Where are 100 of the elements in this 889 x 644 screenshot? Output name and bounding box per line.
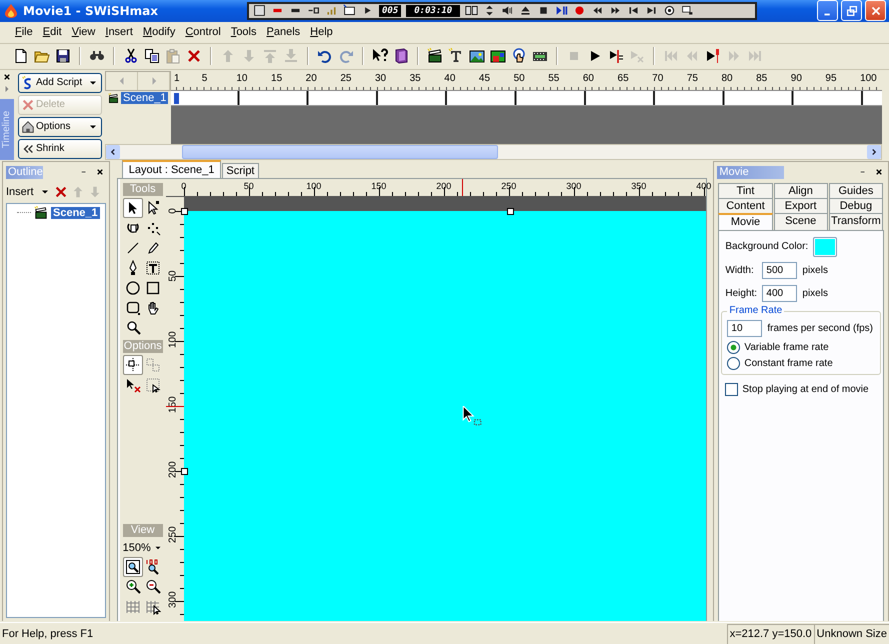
radio-button[interactable] (727, 356, 740, 370)
grid-pointer-icon[interactable] (144, 599, 161, 616)
image-icon[interactable] (490, 48, 506, 64)
frame-number: 95 (825, 72, 837, 84)
menu-item[interactable]: Modify (138, 26, 180, 38)
text-tool-icon[interactable] (144, 260, 161, 276)
target-icon[interactable] (663, 4, 676, 18)
scrollbar-thumb[interactable] (182, 144, 498, 159)
frame-number: 1 (174, 72, 180, 84)
text-icon[interactable] (448, 48, 464, 64)
frame-number: 75 (686, 72, 698, 84)
scrollbar-track[interactable] (105, 144, 882, 160)
property-tab[interactable]: Guides (828, 182, 883, 198)
property-tab[interactable]: Movie (718, 212, 773, 230)
play-marker-icon[interactable] (705, 48, 721, 64)
radio-label[interactable]: Constant frame rate (744, 358, 833, 369)
restore-icon[interactable] (844, 4, 858, 18)
undo-icon[interactable] (317, 48, 333, 64)
frame-number: 5 (202, 72, 208, 84)
menu-item[interactable]: View (66, 26, 100, 38)
speaker-icon[interactable] (501, 4, 514, 18)
frame-number: 85 (756, 72, 768, 84)
mouse-pointer-icon (462, 406, 482, 426)
zoom-icon[interactable] (124, 320, 141, 336)
copy-icon[interactable] (144, 48, 160, 64)
restore-button[interactable] (841, 0, 862, 22)
zoom-actual-icon[interactable] (144, 559, 161, 576)
window-icon[interactable] (681, 4, 694, 18)
frame-number: 70 (652, 72, 664, 84)
panel-title: Movie (717, 166, 784, 179)
layout-tab[interactable]: Layout : Scene_1 (122, 160, 222, 178)
property-tab[interactable]: Transform (828, 212, 883, 230)
scissors-icon[interactable] (123, 48, 139, 64)
dotted-square-icon[interactable] (144, 376, 161, 393)
radio-label[interactable]: Variable frame rate (744, 342, 829, 353)
property-tab[interactable]: Export (774, 198, 828, 213)
property-tab[interactable]: Content (718, 198, 773, 213)
scene-item[interactable]: Scene_1 (121, 92, 168, 104)
menu-item[interactable]: File (10, 26, 38, 38)
picture-icon[interactable] (469, 48, 485, 64)
menu-item[interactable]: Insert (100, 26, 138, 38)
layout-tab[interactable]: Script (222, 162, 258, 178)
close-button[interactable] (865, 0, 886, 22)
timeline-button[interactable]: Add Script (18, 72, 102, 93)
frame-number: 55 (548, 72, 560, 84)
new-file-icon[interactable] (13, 48, 29, 64)
timeline-button[interactable]: Options (18, 116, 102, 137)
width-field[interactable]: 500 (762, 262, 798, 279)
dotted-squares-icon[interactable] (144, 356, 161, 373)
menu-item[interactable]: Control (180, 26, 226, 38)
menu-item[interactable]: Panels (262, 26, 306, 38)
screen-icon[interactable] (343, 4, 356, 18)
radio-button[interactable] (727, 340, 740, 354)
square-frame-icon[interactable] (253, 4, 266, 18)
minimize-button[interactable] (817, 0, 838, 22)
eject-icon[interactable] (519, 4, 532, 18)
property-tab[interactable]: Scene (774, 212, 828, 230)
frame-rate-field[interactable]: 10 (727, 320, 762, 337)
book-icon[interactable] (393, 48, 409, 64)
scroll-left-button[interactable] (106, 144, 120, 159)
timeline-button[interactable]: Shrink (18, 138, 102, 159)
property-tab[interactable]: Tint (718, 182, 773, 198)
house-icon[interactable] (21, 120, 35, 134)
checkbox-label[interactable]: Stop playing at end of movie (742, 384, 869, 395)
tree-item[interactable]: Scene_1 (51, 206, 100, 219)
clapperboard-icon[interactable] (427, 48, 443, 64)
menu-item[interactable]: Tools (226, 26, 262, 38)
hand-circle-icon[interactable] (511, 48, 527, 64)
rectangle-icon[interactable] (144, 280, 161, 296)
playhead[interactable] (174, 92, 179, 104)
record-icon[interactable] (573, 4, 586, 18)
frame-track[interactable] (171, 90, 882, 106)
clapperboard-icon[interactable] (108, 92, 119, 104)
cross-icon[interactable] (54, 184, 68, 199)
property-tab[interactable]: Align (774, 182, 828, 198)
menu-item[interactable]: Edit (38, 26, 67, 38)
status-text: For Help, press F1 (2, 628, 94, 640)
frame-number: 30 (374, 72, 386, 84)
zoom-in-icon[interactable] (124, 579, 141, 596)
checkbox[interactable] (725, 382, 738, 396)
height-field[interactable]: 400 (762, 284, 798, 302)
zoom-fit-icon[interactable] (124, 559, 141, 576)
field-label: Height: (725, 288, 758, 299)
pointer-cross-icon[interactable] (124, 376, 141, 393)
unit-label: frames per second (fps) (767, 322, 873, 334)
zoom-dropdown[interactable]: 150% (122, 542, 151, 554)
play-pause-icon[interactable] (555, 4, 568, 18)
cross-icon[interactable] (186, 48, 202, 64)
field-label: Background Color: (725, 241, 808, 252)
property-tab[interactable]: Debug (828, 198, 883, 213)
play-frame-icon[interactable] (608, 48, 624, 64)
ruler-number: 100 (306, 180, 322, 191)
insert-dropdown[interactable]: Insert (6, 186, 36, 198)
ellipse-icon[interactable] (124, 280, 141, 296)
snap-icon[interactable] (124, 356, 141, 373)
scroll-right-button[interactable] (867, 144, 881, 159)
window-title: Movie1 - SWiSHmax (23, 4, 158, 18)
zoom-out-icon[interactable] (144, 579, 161, 596)
clapperboard-icon[interactable] (34, 206, 48, 220)
menu-item[interactable]: Help (305, 26, 338, 38)
